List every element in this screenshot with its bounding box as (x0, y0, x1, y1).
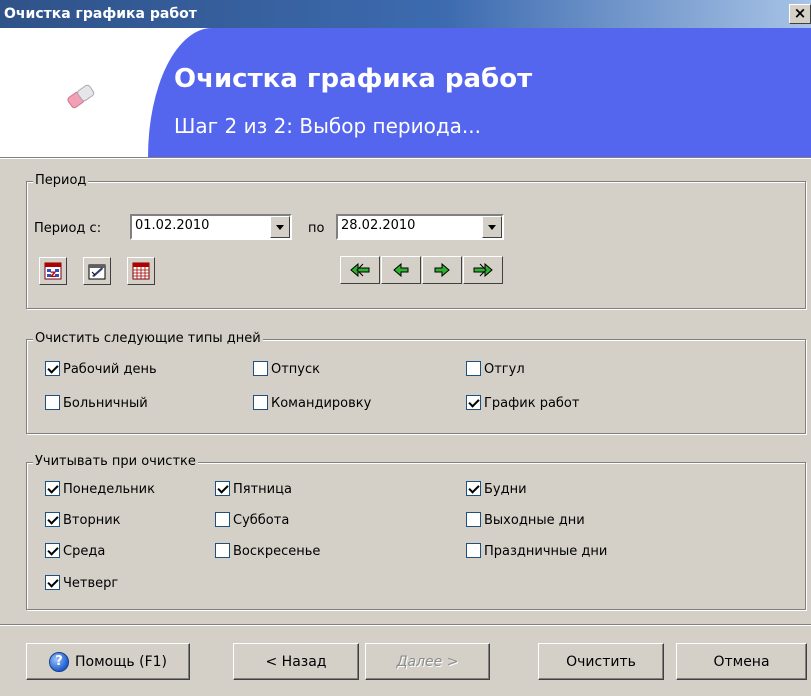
checkbox-box[interactable] (253, 395, 268, 410)
footer-separator (0, 624, 811, 626)
checkbox-box[interactable] (45, 543, 60, 558)
checkbox-box[interactable] (45, 575, 60, 590)
checkbox-tuesday[interactable]: Вторник (45, 512, 121, 531)
period-to-combo[interactable]: 28.02.2010 (336, 214, 504, 240)
chevron-down-icon[interactable] (482, 216, 502, 238)
nav-prev-button[interactable] (381, 256, 421, 284)
wizard-header: Очистка графика работ Шаг 2 из 2: Выбор … (0, 28, 811, 157)
checkbox-box[interactable] (466, 512, 481, 527)
checkbox-friday[interactable]: Пятница (215, 481, 292, 500)
checkbox-vacation[interactable]: Отпуск (253, 361, 320, 380)
period-group: Период (26, 173, 806, 309)
checkbox-label: Командировку (271, 396, 372, 411)
next-button[interactable]: Далее > (365, 643, 490, 680)
checkbox-box[interactable] (466, 361, 481, 376)
checkbox-label: Отпуск (271, 362, 320, 377)
checkbox-label: Суббота (233, 513, 290, 528)
checkbox-thursday[interactable]: Четверг (45, 575, 119, 594)
window-titlebar: Очистка графика работ × (0, 0, 811, 28)
svg-text:z: z (50, 269, 56, 280)
checkbox-label: Будни (484, 482, 527, 497)
period-to-value: 28.02.2010 (341, 218, 416, 233)
checkbox-day-off[interactable]: Отгул (466, 361, 525, 380)
consider-legend: Учитывать при очистке (33, 454, 198, 469)
clear-button[interactable]: Очистить (538, 643, 664, 680)
checkbox-label: Отгул (484, 362, 525, 377)
next-button-label: Далее > (396, 653, 459, 670)
checkbox-box[interactable] (466, 395, 481, 410)
eraser-icon (67, 84, 95, 109)
period-from-combo[interactable]: 01.02.2010 (130, 214, 292, 240)
calendar-month-icon (132, 262, 150, 280)
help-button-label: Помощь (F1) (75, 653, 167, 670)
checkbox-label: Больничный (63, 396, 148, 411)
checkbox-label: Среда (63, 544, 106, 559)
calendar-edit-button[interactable] (83, 257, 111, 285)
cancel-button-label: Отмена (713, 653, 770, 670)
header-separator (0, 157, 811, 159)
right-arrow-icon (434, 263, 450, 277)
checkbox-sunday[interactable]: Воскресенье (215, 543, 321, 562)
checkbox-label: Пятница (233, 482, 292, 497)
calendar-day-button[interactable]: z (39, 257, 67, 285)
close-icon: × (793, 4, 807, 22)
cancel-button[interactable]: Отмена (676, 643, 807, 680)
back-button[interactable]: < Назад (233, 643, 359, 680)
double-left-arrow-icon (350, 263, 370, 277)
back-button-label: < Назад (265, 653, 327, 670)
checkbox-box[interactable] (45, 361, 60, 376)
calendar-day-icon: z (44, 262, 62, 280)
header-subtitle: Шаг 2 из 2: Выбор периода... (174, 114, 482, 138)
checkbox-box[interactable] (466, 543, 481, 558)
checkbox-label: Выходные дни (484, 513, 585, 528)
checkbox-weekends[interactable]: Выходные дни (466, 512, 585, 531)
window-title: Очистка графика работ (4, 6, 197, 22)
day-types-group: Очистить следующие типы дней (26, 331, 806, 434)
checkbox-box[interactable] (215, 512, 230, 527)
calendar-month-button[interactable] (127, 257, 155, 285)
checkbox-label: Праздничные дни (484, 544, 608, 559)
checkbox-label: График работ (484, 396, 580, 411)
calendar-edit-icon (88, 264, 106, 280)
period-legend: Период (33, 173, 89, 188)
checkbox-business-trip[interactable]: Командировку (253, 395, 372, 414)
checkbox-weekdays[interactable]: Будни (466, 481, 527, 500)
header-title: Очистка графика работ (174, 64, 533, 94)
checkbox-box[interactable] (45, 512, 60, 527)
checkbox-wednesday[interactable]: Среда (45, 543, 106, 562)
checkbox-box[interactable] (215, 543, 230, 558)
left-arrow-icon (393, 263, 409, 277)
day-types-legend: Очистить следующие типы дней (33, 331, 263, 346)
checkbox-box[interactable] (45, 481, 60, 496)
help-button[interactable]: ? Помощь (F1) (26, 643, 190, 680)
chevron-down-icon[interactable] (270, 216, 290, 238)
nav-first-button[interactable] (340, 256, 380, 284)
checkbox-box[interactable] (253, 361, 268, 376)
checkbox-work-schedule[interactable]: График работ (466, 395, 580, 414)
help-icon: ? (49, 651, 69, 672)
close-button[interactable]: × (789, 4, 811, 24)
checkbox-working-day[interactable]: Рабочий день (45, 361, 157, 380)
checkbox-box[interactable] (215, 481, 230, 496)
checkbox-box[interactable] (45, 395, 60, 410)
checkbox-sick-leave[interactable]: Больничный (45, 395, 148, 414)
nav-next-button[interactable] (422, 256, 462, 284)
checkbox-label: Вторник (63, 513, 121, 528)
checkbox-label: Четверг (63, 576, 119, 591)
nav-last-button[interactable] (463, 256, 503, 284)
checkbox-monday[interactable]: Понедельник (45, 481, 155, 500)
checkbox-label: Рабочий день (63, 362, 157, 377)
period-from-value: 01.02.2010 (135, 218, 210, 233)
checkbox-box[interactable] (466, 481, 481, 496)
period-to-label: по (308, 221, 325, 236)
checkbox-label: Понедельник (63, 482, 155, 497)
checkbox-holidays[interactable]: Праздничные дни (466, 543, 608, 562)
checkbox-label: Воскресенье (233, 544, 321, 559)
checkbox-saturday[interactable]: Суббота (215, 512, 290, 531)
clear-button-label: Очистить (566, 653, 636, 670)
double-right-arrow-icon (473, 263, 493, 277)
period-from-label: Период с: (34, 221, 102, 236)
